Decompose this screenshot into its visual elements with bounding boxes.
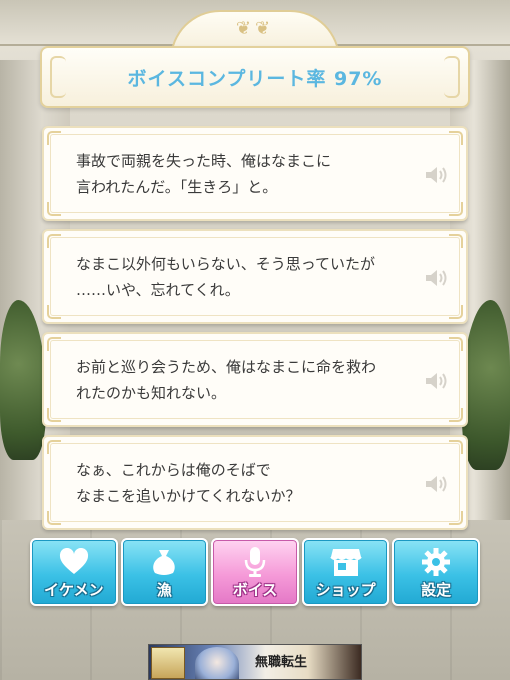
voice-list: 事故で両親を失った時、俺はなまこに 言われたんだ。「生きろ」と。 なまこ以外何も… [42,126,468,538]
voice-card[interactable]: なまこ以外何もいらない、そう思っていたが ……いや、忘れてくれ。 [42,229,468,324]
corner-ornament [449,408,463,422]
corner-ornament [47,408,61,422]
speaker-icon[interactable] [424,473,450,495]
voice-line-1: お前と巡り会うため、俺はなまこに命を救わ [76,358,377,376]
voice-line-1: 事故で両親を失った時、俺はなまこに [76,152,332,170]
voice-line-2: れたのかも知れない。 [76,384,227,402]
corner-ornament [47,131,61,145]
nav-shop-button[interactable]: ショップ [301,538,390,606]
corner-ornament [47,234,61,248]
title-plate: ボイスコンプリート率 97% [40,46,470,108]
gear-icon [419,546,453,578]
header-banner: ❦❦ ボイスコンプリート率 97% [40,10,470,110]
nav-label: 設定 [421,581,452,599]
voice-line-1: なぁ、これからは俺のそばで [76,461,271,479]
nav-label: ショップ [315,581,376,599]
sack-icon [147,546,181,578]
corner-ornament [449,337,463,351]
nav-fishing-button[interactable]: 漁 [120,538,209,606]
corner-ornament [47,305,61,319]
voice-line-2: 言われたんだ。「生きろ」と。 [76,178,278,196]
voice-card[interactable]: なぁ、これからは俺のそばで なまこを追いかけてくれないか？ [42,435,468,530]
voice-line-1: なまこ以外何もいらない、そう思っていたが [76,255,375,273]
shop-icon [329,546,363,578]
corner-ornament [449,234,463,248]
page-title: ボイスコンプリート率 97% [127,67,383,90]
bottom-nav: イケメン 漁 ボイス ショップ 設定 [30,538,480,606]
crest-ornament-icon: ❦❦ [235,18,275,39]
corner-ornament [47,337,61,351]
microphone-icon [238,546,272,578]
corner-ornament [449,131,463,145]
voice-card[interactable]: 事故で両親を失った時、俺はなまこに 言われたんだ。「生きろ」と。 [42,126,468,221]
ad-character-image [195,647,239,679]
corner-ornament [449,305,463,319]
ad-banner[interactable]: 無職転生 [148,644,362,680]
corner-ornament [47,511,61,525]
ad-logo [151,647,185,679]
voice-card[interactable]: お前と巡り会うため、俺はなまこに命を救わ れたのかも知れない。 [42,332,468,427]
heart-icon [57,546,91,578]
speaker-icon[interactable] [424,164,450,186]
corner-ornament [449,511,463,525]
nav-voice-button[interactable]: ボイス [211,538,299,606]
corner-ornament [47,202,61,216]
nav-settings-button[interactable]: 設定 [392,538,480,606]
corner-ornament [47,440,61,454]
nav-label: ボイス [232,581,278,599]
nav-label: イケメン [44,581,104,599]
voice-line-2: ……いや、忘れてくれ。 [76,281,240,299]
nav-label: 漁 [156,581,172,599]
speaker-icon[interactable] [424,370,450,392]
ad-title: 無職転生 [255,655,308,670]
corner-ornament [449,440,463,454]
corner-ornament [449,202,463,216]
speaker-icon[interactable] [424,267,450,289]
nav-ikemen-button[interactable]: イケメン [30,538,118,606]
voice-line-2: なまこを追いかけてくれないか？ [76,487,301,505]
